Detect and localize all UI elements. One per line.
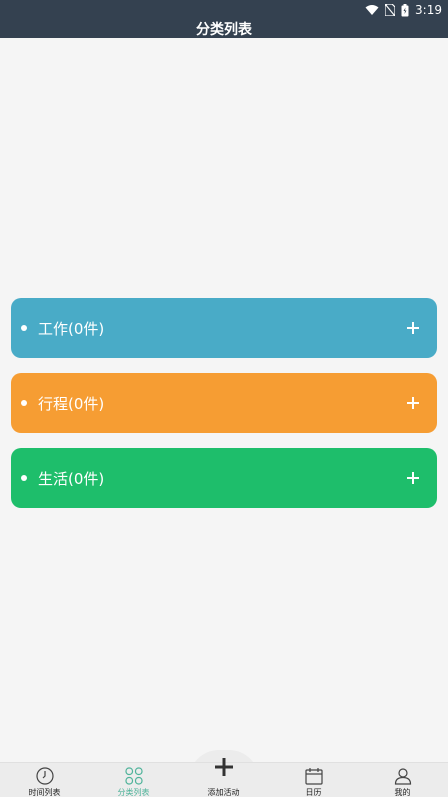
app-header: 3:19 分类列表 (0, 0, 448, 38)
tab-label: 时间列表 (28, 788, 61, 797)
add-icon[interactable] (403, 393, 423, 413)
wifi-icon (365, 4, 379, 16)
tab-calendar[interactable]: 日历 (269, 763, 358, 797)
category-card-schedule[interactable]: 行程(0件) (11, 373, 437, 433)
bullet-icon (21, 475, 27, 481)
page-title: 分类列表 (196, 22, 252, 38)
bullet-icon (21, 325, 27, 331)
add-icon[interactable] (403, 468, 423, 488)
category-label: 生活(0件) (38, 469, 105, 488)
plus-icon (214, 755, 234, 778)
bottom-tab-bar: 时间列表 分类列表 添加活动 日历 我的 (0, 757, 448, 797)
tab-label: 我的 (394, 788, 411, 797)
tab-add-activity[interactable]: 添加活动 (179, 757, 268, 797)
category-label: 工作(0件) (38, 319, 105, 338)
bullet-icon (21, 400, 27, 406)
battery-icon (401, 3, 409, 17)
tab-category-list[interactable]: 分类列表 (89, 763, 178, 797)
category-card-work[interactable]: 工作(0件) (11, 298, 437, 358)
tab-label: 添加活动 (207, 788, 240, 797)
tab-label: 日历 (305, 788, 322, 797)
no-sim-icon (385, 4, 396, 16)
user-icon (394, 766, 412, 785)
tab-time-list[interactable]: 时间列表 (0, 763, 89, 797)
add-icon[interactable] (403, 318, 423, 338)
calendar-icon (304, 766, 323, 785)
tab-label: 分类列表 (117, 788, 150, 797)
status-time: 3:19 (415, 3, 442, 17)
clock-icon (35, 766, 54, 785)
status-bar: 3:19 (365, 2, 442, 18)
grid-icon (124, 766, 143, 785)
tab-mine[interactable]: 我的 (358, 763, 447, 797)
category-label: 行程(0件) (38, 394, 105, 413)
category-card-life[interactable]: 生活(0件) (11, 448, 437, 508)
